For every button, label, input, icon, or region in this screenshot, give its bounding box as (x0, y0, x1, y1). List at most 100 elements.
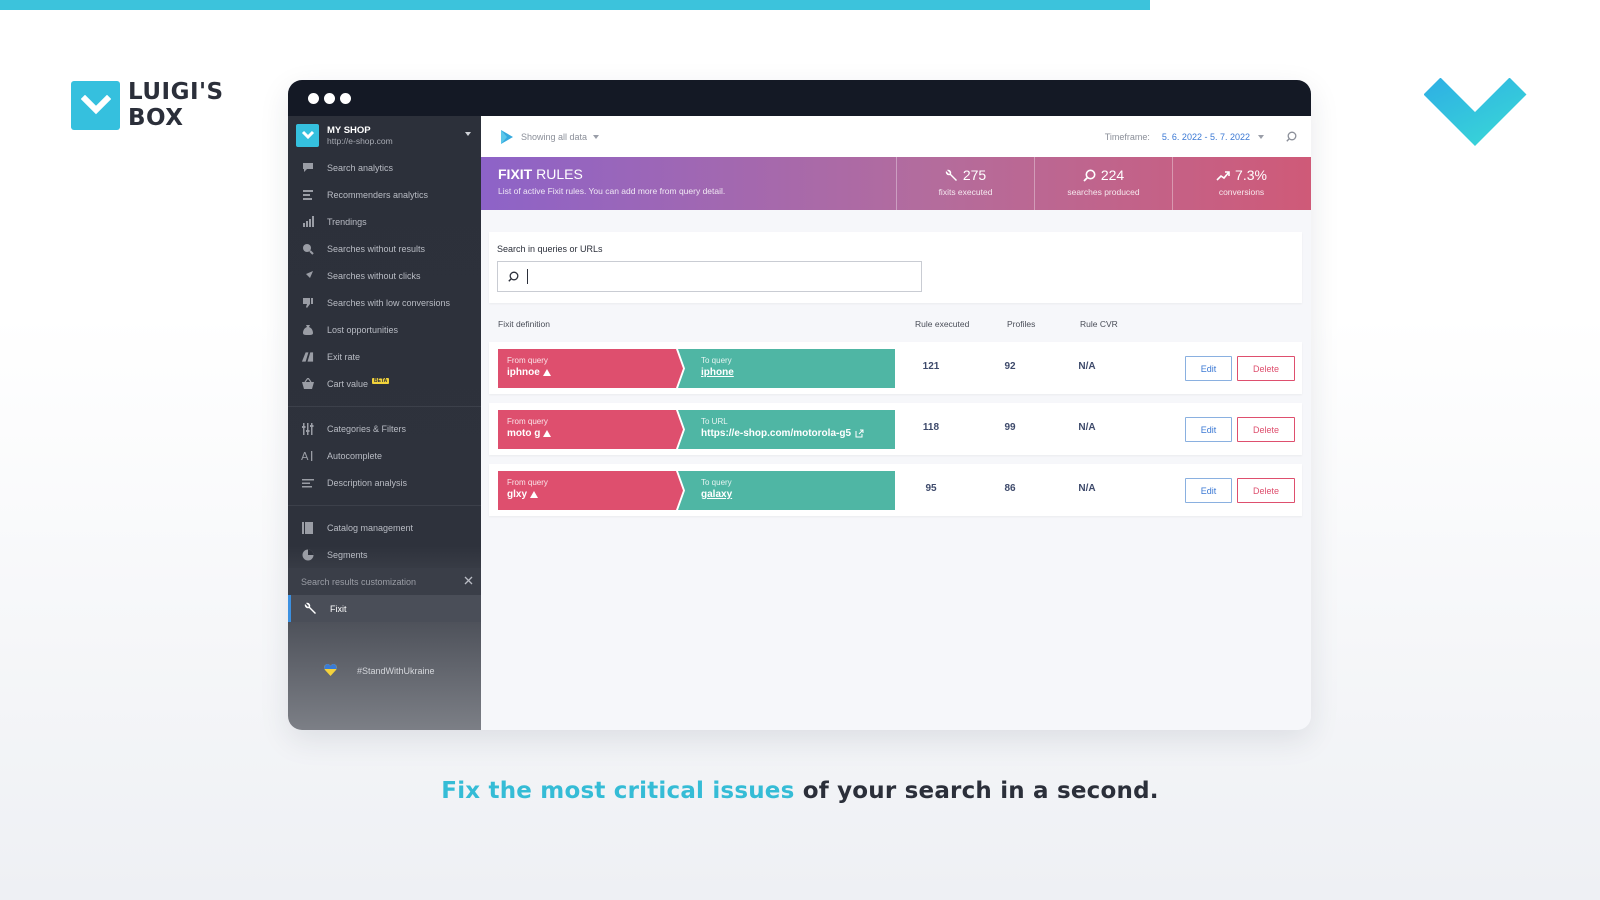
data-source-icon (499, 129, 515, 145)
sidebar-section-header: Search results customization (288, 568, 481, 595)
brand-name-line2: BOX (128, 105, 184, 131)
shop-switcher[interactable]: MY SHOP http://e-shop.com (288, 116, 481, 154)
fixit-rule: From query glxy To query galaxy (498, 471, 895, 510)
sidebar-item-categories-filters[interactable]: Categories & Filters (288, 415, 481, 442)
table-header: Fixit definition Rule executed Profiles … (498, 319, 1298, 333)
sidebar-item-recommenders-analytics[interactable]: Recommenders analytics (288, 181, 481, 208)
wrench-icon (304, 602, 317, 615)
sidebar-item-searches-without-clicks[interactable]: Searches without clicks (288, 262, 481, 289)
sidebar-item-autocomplete[interactable]: A Autocomplete (288, 442, 481, 469)
window-titlebar (288, 80, 1311, 116)
text-lines-icon (301, 476, 314, 489)
sidebar-item-label: Searches without clicks (327, 270, 421, 281)
sidebar-item-label: Trendings (327, 216, 367, 227)
warning-icon (530, 491, 539, 498)
top-accent-bar (0, 0, 1150, 10)
window-dot-icon (308, 92, 319, 104)
edit-button[interactable]: Edit (1185, 356, 1232, 381)
window-dot-icon (340, 92, 351, 104)
rule-to-segment: To URL https://e-shop.com/motorola-g5 (678, 410, 895, 449)
rule-executed-value: 121 (922, 361, 940, 372)
rule-target-link[interactable]: galaxy (701, 489, 732, 500)
search-label: Search in queries or URLs (497, 244, 603, 254)
rule-from-segment: From query glxy (498, 471, 683, 510)
close-icon[interactable] (464, 576, 473, 587)
tagline-highlight: Fix the most critical issues (441, 778, 795, 804)
sidebar-item-exit-rate[interactable]: Exit rate (288, 343, 481, 370)
column-header-executed: Rule executed (915, 319, 970, 329)
shop-logo-icon (296, 123, 319, 147)
sidebar-item-lost-opportunities[interactable]: Lost opportunities (288, 316, 481, 343)
sidebar-item-label: Recommenders analytics (327, 189, 429, 200)
showing-filter[interactable]: Showing all data (521, 132, 587, 142)
stand-with-ukraine-text: #StandWithUkraine (357, 666, 435, 676)
timeframe-picker[interactable]: 5. 6. 2022 - 5. 7. 2022 (1162, 132, 1250, 142)
rule-executed-value: 118 (922, 422, 940, 433)
column-header-cvr: Rule CVR (1080, 319, 1118, 329)
column-header-profiles: Profiles (1007, 319, 1036, 329)
sidebar-item-trendings[interactable]: Trendings (288, 208, 481, 235)
sidebar-item-cart-value[interactable]: Cart value BETA (288, 370, 481, 397)
sidebar-item-catalog-management[interactable]: Catalog management (288, 514, 481, 541)
sidebar-item-low-conversions[interactable]: Searches with low conversions (288, 289, 481, 316)
chevron-down-icon[interactable] (593, 134, 600, 139)
shop-url: http://e-shop.com (327, 135, 393, 146)
sidebar-section-title: Search results customization (301, 576, 417, 587)
rule-executed-value: 95 (925, 483, 937, 494)
sidebar-item-searches-without-results[interactable]: Searches without results (288, 235, 481, 262)
rule-target-link[interactable]: iphone (701, 367, 734, 378)
page-title: FIXIT RULES (498, 166, 583, 182)
chat-bubble-icon (301, 161, 314, 174)
sidebar-item-label: Autocomplete (327, 450, 383, 461)
chevron-down-icon[interactable] (1258, 134, 1264, 139)
marketing-tagline: Fix the most critical issues of your sea… (0, 778, 1600, 804)
stat-searches-produced: 224 searches produced (1034, 157, 1172, 210)
basket-icon (301, 377, 314, 390)
fixit-rule: From query moto g To URL https://e-shop.… (498, 410, 895, 449)
search-input[interactable] (532, 271, 892, 282)
rule-target-link[interactable]: https://e-shop.com/motorola-g5 (701, 428, 851, 439)
timeframe-label: Timeframe: (1104, 131, 1150, 142)
edit-button[interactable]: Edit (1185, 417, 1232, 442)
cursor-icon (301, 269, 314, 282)
search-card: Search in queries or URLs (489, 232, 1302, 303)
shop-name: MY SHOP (327, 124, 371, 136)
wrench-icon (945, 169, 958, 182)
sidebar-item-segments[interactable]: Segments (288, 541, 481, 568)
search-box[interactable] (497, 261, 922, 292)
money-bag-icon (301, 323, 314, 336)
search-icon[interactable] (1286, 131, 1297, 142)
rule-cvr-value: N/A (1078, 422, 1096, 433)
sidebar-item-description-analysis[interactable]: Description analysis (288, 469, 481, 496)
sidebar-item-label: Catalog management (327, 522, 414, 533)
thumbs-down-icon (301, 296, 314, 309)
search-x-icon (301, 242, 314, 255)
edit-button[interactable]: Edit (1185, 478, 1232, 503)
table-row: From query iphnoe To query iphone 121 92… (489, 342, 1302, 394)
delete-button[interactable]: Delete (1237, 478, 1295, 503)
ukraine-heart-icon (324, 664, 337, 678)
sidebar-item-search-analytics[interactable]: Search analytics (288, 154, 481, 181)
chevron-down-icon[interactable] (465, 132, 471, 136)
sidebar-item-label: Exit rate (327, 351, 361, 362)
rule-cvr-value: N/A (1078, 361, 1096, 372)
sidebar-item-fixit[interactable]: Fixit (288, 595, 481, 622)
decorative-chevron-icon (1424, 78, 1527, 146)
tagline-rest: of your search in a second. (794, 778, 1159, 804)
delete-button[interactable]: Delete (1237, 417, 1295, 442)
sidebar-item-label: Segments (327, 549, 368, 560)
sidebar-item-label: Cart value (327, 378, 369, 389)
sliders-icon (301, 422, 314, 435)
list-icon (301, 188, 314, 201)
brand-logo: LUIGI'S BOX (71, 79, 224, 131)
sidebar-divider (288, 406, 481, 407)
delete-button[interactable]: Delete (1237, 356, 1295, 381)
brand-chevron-icon (71, 80, 120, 130)
top-strip: Showing all data Timeframe: 5. 6. 2022 -… (481, 116, 1311, 157)
rule-profiles-value: 99 (1004, 422, 1016, 433)
brand-name-line1: LUIGI'S (128, 79, 224, 105)
external-link-icon[interactable] (855, 429, 864, 438)
trend-up-icon (1216, 170, 1230, 181)
sidebar-item-label: Searches with low conversions (327, 297, 451, 308)
svg-text:A: A (301, 450, 309, 462)
